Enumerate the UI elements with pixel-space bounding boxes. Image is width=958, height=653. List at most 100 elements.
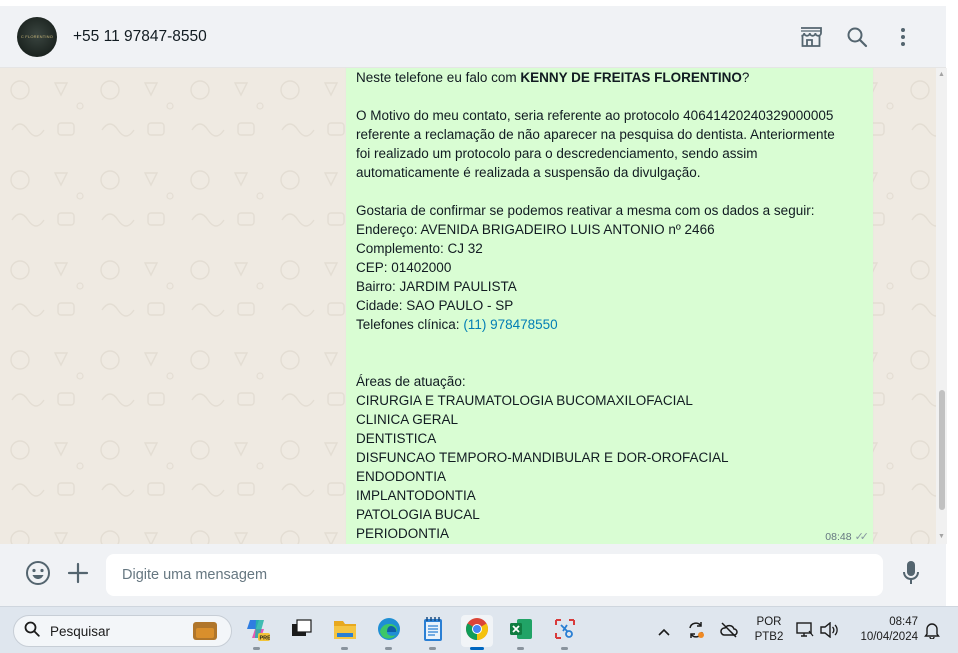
clock-date: 10/04/2024 [860,631,918,643]
taskbar-indicator [253,647,260,650]
taskbar-indicator [341,647,348,650]
message-line: Cidade: SAO PAULO - SP [356,296,866,315]
message-line: Telefones clínica: (11) 978478550 [356,315,866,334]
contact-avatar[interactable]: C FLORENTINO [17,16,57,57]
message-line-text: CLINICA GERAL [356,412,459,427]
notifications-button[interactable] [922,615,942,647]
taskbar-clock[interactable]: 08:47 10/04/2024 [848,615,918,645]
edge-icon [376,616,402,647]
taskbar-file-explorer[interactable] [329,615,361,650]
message-line-text: Telefones clínica: [356,317,464,332]
message-line-text: Complemento: CJ 32 [356,241,483,256]
menu-icon [900,27,906,47]
task-view-icon [289,618,313,645]
message-line-text: Bairro: JARDIM PAULISTA [356,279,517,294]
scroll-down-arrow-icon[interactable]: ▼ [938,533,945,540]
menu-button[interactable] [880,17,926,57]
message-line: O Motivo do meu contato, seria referente… [356,106,866,125]
tray-network-button[interactable] [794,615,816,647]
message-line-text: IMPLANTODONTIA [356,488,476,503]
message-line-text: Endereço: AVENIDA BRIGADEIRO LUIS ANTONI… [356,222,715,237]
message-line: IMPLANTODONTIA [356,486,866,505]
message-line-text: PERIODONTIA [356,526,450,541]
message-line-text: foi realizado um protocolo para o descre… [356,146,758,161]
message-line: PERIODONTIA [356,524,866,543]
message-line: DISFUNCAO TEMPORO-MANDIBULAR E DOR-OROFA… [356,448,866,467]
message-line: Endereço: AVENIDA BRIGADEIRO LUIS ANTONI… [356,220,866,239]
message-line: foi realizado um protocolo para o descre… [356,144,866,163]
taskbar-excel[interactable] [505,615,537,650]
tray-overflow-button[interactable] [654,615,674,647]
message-bubble-outgoing[interactable]: Neste telefone eu falo com KENNY DE FREI… [346,68,873,544]
message-line: Gostaria de confirmar se podemos reativa… [356,201,866,220]
snipping-tool-icon [553,617,577,646]
message-line-text: Cidade: SAO PAULO - SP [356,298,514,313]
taskbar-notepad[interactable] [417,615,449,650]
message-line: PATOLOGIA BUCAL [356,505,866,524]
store-icon [799,26,823,48]
keyboard-layout: PTB2 [754,631,784,643]
tray-sync-button[interactable] [684,615,708,647]
voice-message-button[interactable] [891,555,931,595]
message-line: ENDODONTIA [356,467,866,486]
svg-text:PRE: PRE [260,635,271,641]
tray-cloud-button[interactable] [716,615,742,647]
search-button[interactable] [834,17,880,57]
network-icon [796,621,814,641]
message-line: CIRURGIA E TRAUMATOLOGIA BUCOMAXILOFACIA… [356,391,866,410]
input-language-indicator[interactable]: POR PTB2 [752,615,786,645]
taskbar-task-view[interactable] [285,615,317,647]
message-time: 08:48 [825,530,852,543]
search-icon [24,621,40,642]
taskbar-search[interactable]: Pesquisar [13,615,232,647]
message-line: Bairro: JARDIM PAULISTA [356,277,866,296]
taskbar-snipping-tool[interactable] [549,615,581,650]
taskbar-search-label: Pesquisar [50,623,111,639]
message-text: Neste telefone eu falo com KENNY DE FREI… [356,68,866,543]
microphone-icon [902,560,920,591]
message-line-text: PATOLOGIA BUCAL [356,507,480,522]
message-line-text: ENDODONTIA [356,469,447,484]
message-line-text: CIRURGIA E TRAUMATOLOGIA BUCOMAXILOFACIA… [356,393,693,408]
chat-header: C FLORENTINO +55 11 97847-8550 [0,6,946,68]
message-line: referente a reclamação de não aparecer n… [356,125,866,144]
search-highlight-icon [193,622,217,640]
taskbar-chrome[interactable] [461,615,493,650]
chat-scrollbar[interactable]: ▲ ▼ [936,68,947,544]
taskbar-copilot[interactable]: PRE [241,615,273,650]
message-line-text: Áreas de atuação: [356,374,466,389]
taskbar-active-indicator [470,647,484,650]
attach-button[interactable] [58,555,98,595]
contact-name[interactable]: +55 11 97847-8550 [73,28,207,46]
emoji-button[interactable] [18,555,58,595]
plus-icon [67,562,89,589]
scrollbar-thumb[interactable] [939,390,945,510]
message-line-text: O Motivo do meu contato, seria referente… [356,108,834,123]
notepad-icon [422,616,444,647]
header-actions [788,17,926,57]
message-input[interactable] [106,554,883,596]
chat-area: Neste telefone eu falo com KENNY DE FREI… [0,68,946,544]
double-check-icon: ✓✓ [854,531,870,543]
message-line-text: CEP: 01402000 [356,260,452,275]
message-line-text: referente a reclamação de não aparecer n… [356,127,835,142]
file-explorer-icon [332,617,358,646]
tray-volume-button[interactable] [818,615,840,647]
volume-icon [819,621,839,641]
catalog-button[interactable] [788,17,834,57]
language-code: POR [756,616,782,628]
message-line: DENTISTICA [356,429,866,448]
excel-icon [508,617,534,646]
message-composer [0,544,946,606]
bell-icon [924,621,940,642]
taskbar-edge[interactable] [373,615,405,650]
phone-link[interactable]: (11) 978478550 [463,317,557,332]
message-meta: 08:48 ✓✓ [825,530,870,544]
message-line: Complemento: CJ 32 [356,239,866,258]
message-line-text: DISFUNCAO TEMPORO-MANDIBULAR E DOR-OROFA… [356,450,729,465]
contact-name-bold: KENNY DE FREITAS FLORENTINO [520,70,742,85]
clock-time: 08:47 [889,616,918,628]
scroll-up-arrow-icon[interactable]: ▲ [938,71,945,78]
